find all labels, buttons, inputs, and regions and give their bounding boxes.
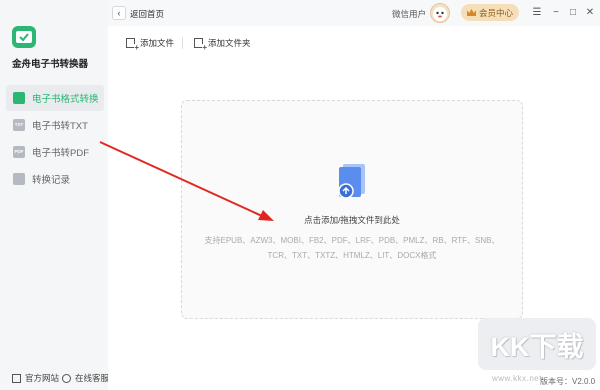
file-drop-zone[interactable]: 点击添加/拖拽文件到此处 支持EPUB、AZW3、MOBI、FB2、PDF、LR… xyxy=(181,100,523,319)
online-support-label: 在线客服 xyxy=(75,373,110,383)
sidebar-item-format-convert[interactable]: 电子书格式转换 xyxy=(6,85,104,111)
headset-icon xyxy=(62,373,71,383)
app-title: 金舟电子书转换器 xyxy=(12,59,89,70)
history-icon xyxy=(13,173,25,185)
menu-icon[interactable]: ☰ xyxy=(530,6,544,20)
sidebar-item-to-pdf[interactable]: PDF 电子书转PDF xyxy=(6,139,104,165)
convert-icon xyxy=(13,92,25,104)
sidebar-item-to-txt[interactable]: TXT 电子书转TXT xyxy=(6,112,104,138)
close-icon[interactable]: ✕ xyxy=(583,6,597,20)
crown-icon xyxy=(466,9,476,16)
sidebar-item-label: 电子书转PDF xyxy=(32,148,90,159)
back-button[interactable]: ‹ xyxy=(112,6,126,20)
sidebar-item-label: 电子书格式转换 xyxy=(32,94,99,105)
supported-formats-text: TCR、TXT、TXTZ、HTMLZ、LIT、DOCX格式 xyxy=(267,251,437,260)
add-file-label: 添加文件 xyxy=(140,38,175,48)
sidebar: 金舟电子书转换器 电子书格式转换 TXT 电子书转TXT PDF 电子书转PDF… xyxy=(0,0,109,390)
file-upload-icon xyxy=(338,164,365,199)
title-bar: ‹ 返回首页 微信用户 会员中心 ☰ − □ ✕ xyxy=(108,0,600,26)
add-folder-label: 添加文件夹 xyxy=(208,38,251,48)
add-folder-icon xyxy=(194,38,207,52)
vip-center-label: 会员中心 xyxy=(478,7,513,18)
add-file-button[interactable]: 添加文件 xyxy=(126,37,175,52)
pdf-icon: PDF xyxy=(13,146,25,158)
toolbar-divider xyxy=(182,37,183,49)
vip-center-button[interactable]: 会员中心 xyxy=(461,4,519,21)
user-name[interactable]: 微信用户 xyxy=(392,8,426,20)
back-home-link[interactable]: 返回首页 xyxy=(130,8,164,20)
sidebar-item-label: 转换记录 xyxy=(32,175,71,186)
txt-icon: TXT xyxy=(13,119,25,131)
watermark-url: www.kkx.net xyxy=(492,374,542,383)
add-file-icon xyxy=(126,38,139,52)
sidebar-item-label: 电子书转TXT xyxy=(32,121,88,132)
minimize-icon[interactable]: − xyxy=(549,6,563,20)
drop-hint-text: 点击添加/拖拽文件到此处 xyxy=(304,215,400,225)
supported-formats-text: 支持EPUB、AZW3、MOBI、FB2、PDF、LRF、PDB、PMLZ、RB… xyxy=(204,236,500,245)
online-support-link[interactable]: 在线客服 xyxy=(62,372,109,384)
avatar[interactable] xyxy=(430,3,450,23)
watermark: KK下载 xyxy=(478,318,596,370)
version-label: 版本号：V2.0.0 xyxy=(540,377,596,386)
app-logo xyxy=(12,26,36,48)
official-website-link[interactable]: 官方网站 xyxy=(12,372,59,384)
official-website-label: 官方网站 xyxy=(25,373,60,383)
maximize-icon[interactable]: □ xyxy=(566,6,580,20)
website-icon xyxy=(12,373,21,383)
add-folder-button[interactable]: 添加文件夹 xyxy=(194,37,251,52)
sidebar-item-history[interactable]: 转换记录 xyxy=(6,166,104,192)
